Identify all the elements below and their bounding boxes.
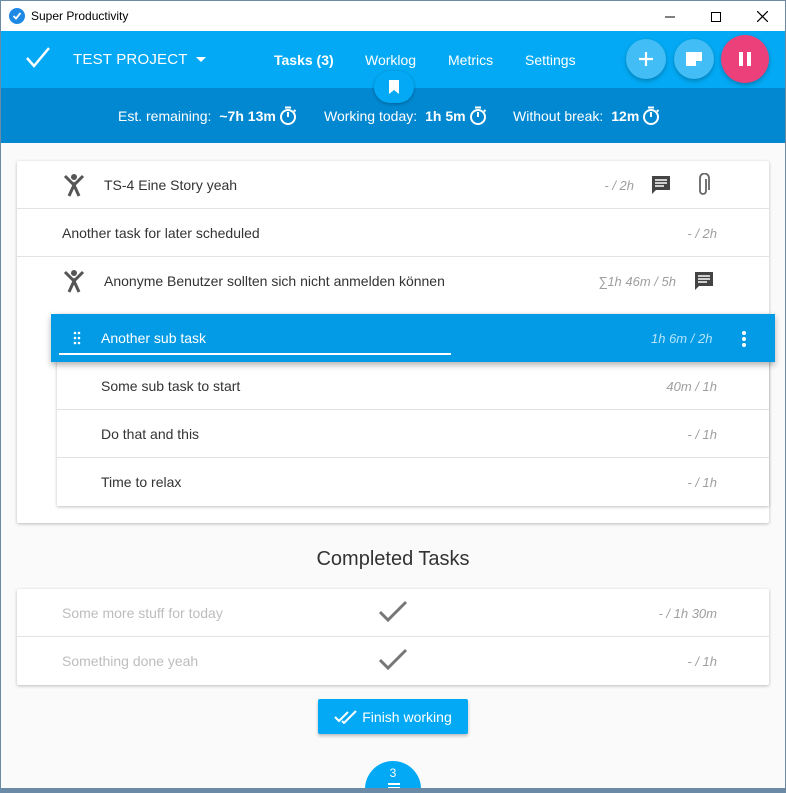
completed-heading: Completed Tasks <box>316 548 470 570</box>
logo-check-icon[interactable] <box>25 45 51 76</box>
working-today-label: Working today: <box>324 108 418 124</box>
comment-icon[interactable] <box>651 175 671 195</box>
add-note-button[interactable] <box>674 39 714 79</box>
task-title: Anonyme Benutzer sollten sich nicht anme… <box>104 273 445 289</box>
minimize-button[interactable] <box>647 1 693 32</box>
task-row[interactable]: Anonyme Benutzer sollten sich nicht anme… <box>17 257 769 305</box>
active-subtask-title[interactable]: Another sub task <box>101 330 206 346</box>
timer-icon <box>279 106 297 125</box>
working-today-stat: Working today: 1h 5m <box>324 106 487 126</box>
task-estimate: - / 2h <box>604 178 634 193</box>
close-icon <box>756 11 768 22</box>
check-icon[interactable] <box>377 599 409 628</box>
working-today-value: 1h 5m <box>425 108 466 124</box>
pause-icon <box>739 52 751 66</box>
nav-metrics[interactable]: Metrics <box>448 31 493 88</box>
est-remaining-value: ~7h 13m <box>219 108 276 124</box>
task-row[interactable]: TS-4 Eine Story yeah - / 2h <box>17 161 769 209</box>
finish-working-label: Finish working <box>362 708 452 725</box>
subtask-row[interactable]: Do that and this - / 1h <box>57 410 769 458</box>
completed-row[interactable]: Some more stuff for today - / 1h 30m <box>17 589 769 637</box>
jira-icon <box>63 269 85 293</box>
project-name: TEST PROJECT <box>73 51 188 68</box>
nav-tasks[interactable]: Tasks (3) <box>274 31 334 88</box>
check-icon[interactable] <box>377 647 409 676</box>
completed-title: Some more stuff for today <box>62 605 223 621</box>
finish-working-button[interactable]: Finish working <box>318 699 468 734</box>
window-titlebar: Super Productivity <box>0 0 786 31</box>
est-remaining-stat: Est. remaining: ~7h 13m <box>118 106 297 126</box>
pause-button[interactable] <box>721 35 769 83</box>
title-edit-underline <box>59 353 451 355</box>
comment-icon[interactable] <box>694 271 714 291</box>
attachment-icon[interactable] <box>696 173 710 197</box>
window-title: Super Productivity <box>31 9 129 23</box>
subtask-row[interactable]: Some sub task to start 40m / 1h <box>57 362 769 410</box>
subtask-title: Do that and this <box>101 426 200 442</box>
task-estimate: ∑1h 46m / 5h <box>598 274 676 289</box>
completed-list: Some more stuff for today - / 1h 30m Som… <box>17 589 769 685</box>
timer-icon <box>643 106 660 125</box>
completed-title: Something done yeah <box>62 653 199 669</box>
project-switcher[interactable]: TEST PROJECT <box>73 51 206 68</box>
task-estimate: - / 2h <box>687 226 717 241</box>
active-subtask-row[interactable]: Another sub task 1h 6m / 2h <box>51 314 775 362</box>
subtask-estimate: - / 1h <box>687 475 717 490</box>
double-check-icon <box>334 709 357 724</box>
chevron-down-icon <box>195 57 206 62</box>
stats-bar: Est. remaining: ~7h 13m Working today: 1… <box>1 71 785 143</box>
without-break-label: Without break: <box>513 108 604 124</box>
timer-icon <box>469 106 486 125</box>
completed-estimate: - / 1h 30m <box>658 606 717 621</box>
drag-handle-icon[interactable] <box>73 331 81 345</box>
subtask-row[interactable]: Time to relax - / 1h <box>57 458 769 506</box>
without-break-stat: Without break: 12m <box>513 106 660 126</box>
subtask-estimate: - / 1h <box>687 427 717 442</box>
subtask-title: Time to relax <box>101 474 182 490</box>
bookmark-toggle-button[interactable] <box>374 71 414 103</box>
est-remaining-label: Est. remaining: <box>118 108 212 124</box>
without-break-value: 12m <box>611 108 640 124</box>
maximize-icon <box>711 11 721 22</box>
completed-row[interactable]: Something done yeah - / 1h <box>17 637 769 685</box>
nav-settings[interactable]: Settings <box>525 31 576 88</box>
window-border-bottom <box>0 788 786 793</box>
backlog-count: 3 <box>389 766 397 780</box>
plus-icon <box>639 52 653 66</box>
maximize-button[interactable] <box>693 1 739 32</box>
subtask-title: Some sub task to start <box>101 378 241 394</box>
window-border-left <box>0 31 1 793</box>
minimize-icon <box>665 16 675 17</box>
task-row[interactable]: Another task for later scheduled - / 2h <box>17 209 769 257</box>
close-button[interactable] <box>739 1 785 32</box>
task-title: Another task for later scheduled <box>62 225 260 241</box>
bookmark-icon <box>389 80 399 94</box>
note-icon <box>686 52 702 66</box>
completed-estimate: - / 1h <box>687 654 717 669</box>
task-title: TS-4 Eine Story yeah <box>104 177 238 193</box>
jira-icon <box>63 173 85 197</box>
add-task-button[interactable] <box>626 39 666 79</box>
more-vert-icon[interactable] <box>741 330 747 348</box>
subtask-estimate: 40m / 1h <box>666 379 717 394</box>
active-subtask-estimate: 1h 6m / 2h <box>651 331 713 346</box>
app-logo-icon <box>9 8 25 24</box>
